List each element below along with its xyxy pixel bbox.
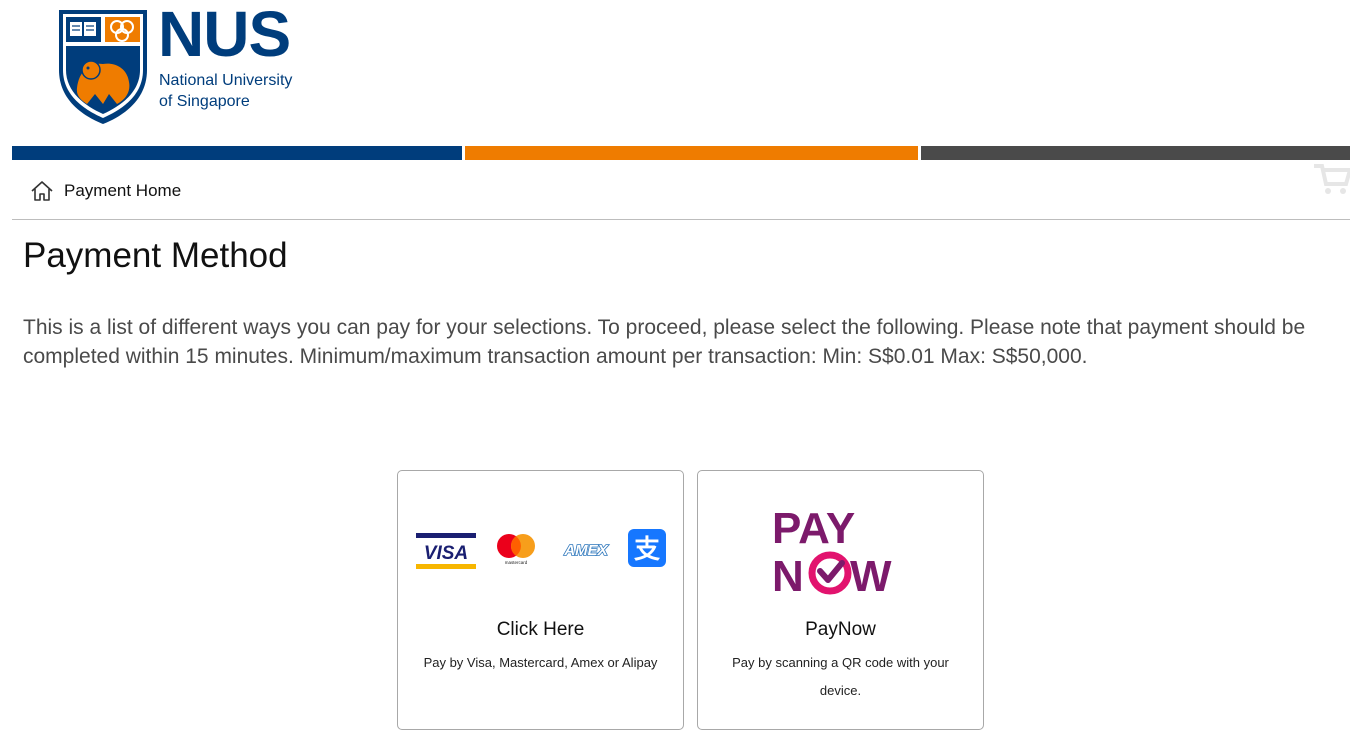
- color-bar-orange: [465, 146, 918, 160]
- payment-option-title: Click Here: [496, 619, 585, 640]
- intro-text: This is a list of different ways you can…: [23, 316, 1306, 368]
- svg-text:PAY: PAY: [772, 505, 855, 553]
- payment-option-description: Pay by scanning a QR code with your devi…: [732, 655, 949, 698]
- nus-crest-icon: [59, 10, 147, 124]
- color-bar-dark: [921, 146, 1350, 160]
- home-icon: [31, 181, 53, 201]
- logo-subtitle-line2: of Singapore: [159, 93, 250, 110]
- payment-option-title: PayNow: [805, 619, 876, 640]
- paynow-logo: PAY N W: [772, 505, 892, 597]
- breadcrumb-payment-home[interactable]: Payment Home: [30, 178, 181, 204]
- payment-option-card[interactable]: VISA mastercard AMEX 支 Click Here Pay by…: [397, 470, 684, 730]
- logo-subtitle-line1: National University: [159, 72, 293, 89]
- visa-logo: VISA: [416, 533, 476, 569]
- svg-text:VISA: VISA: [424, 543, 468, 564]
- svg-text:AMEX: AMEX: [563, 542, 608, 559]
- page-title: Payment Method: [23, 236, 288, 275]
- svg-text:mastercard: mastercard: [505, 560, 528, 565]
- breadcrumb-label[interactable]: Payment Home: [64, 181, 181, 201]
- brand-color-bar: [12, 146, 1350, 160]
- alipay-logo: 支: [628, 529, 666, 567]
- svg-text:W: W: [850, 552, 892, 597]
- mastercard-logo: mastercard: [497, 534, 535, 565]
- payment-option-description: Pay by Visa, Mastercard, Amex or Alipay: [423, 655, 658, 670]
- header-divider: [12, 219, 1350, 220]
- color-bar-blue: [12, 146, 462, 160]
- amex-logo: AMEX: [563, 541, 610, 560]
- payment-option-paynow[interactable]: PAY N W PayNow Pay by scanning a QR code…: [697, 470, 984, 730]
- nus-logo[interactable]: NUS National University of Singapore: [57, 2, 317, 126]
- card-brand-logos: VISA mastercard AMEX 支: [416, 529, 668, 573]
- svg-text:支: 支: [634, 535, 660, 565]
- logo-wordmark: NUS: [158, 0, 291, 70]
- cart-icon[interactable]: [1310, 160, 1350, 196]
- svg-text:N: N: [772, 552, 804, 597]
